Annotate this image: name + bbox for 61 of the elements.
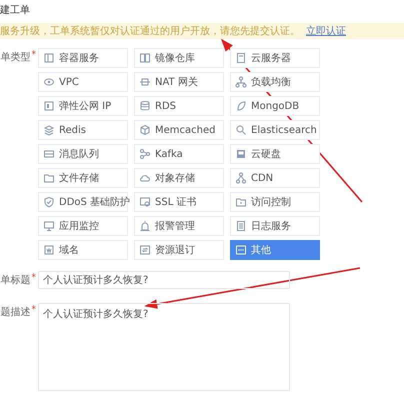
type-option[interactable]: Kafka xyxy=(134,144,224,164)
type-option[interactable]: 日志服务 xyxy=(230,216,320,236)
type-option[interactable]: VPC xyxy=(38,72,128,92)
type-option[interactable]: RDS xyxy=(134,96,224,116)
layers-icon xyxy=(43,124,55,136)
container-icon xyxy=(43,52,55,64)
type-option[interactable]: 域名 xyxy=(38,240,128,260)
field-label: 单标题 xyxy=(0,274,30,287)
leaf-icon xyxy=(235,100,247,112)
required-mark: * xyxy=(32,273,36,283)
type-option[interactable]: 消息队列 xyxy=(38,144,128,164)
type-option[interactable]: Redis xyxy=(38,120,128,140)
required-mark: * xyxy=(32,50,36,60)
required-mark: * xyxy=(32,305,36,315)
queue-icon xyxy=(43,148,55,160)
verify-link[interactable]: 立即认证 xyxy=(306,24,346,38)
page-icon xyxy=(43,244,55,256)
monitor-icon xyxy=(43,220,55,232)
type-option[interactable]: 访问控制 xyxy=(230,192,320,212)
type-option[interactable]: 对象存储 xyxy=(134,168,224,188)
field-label: 单类型 xyxy=(0,50,30,64)
search-icon xyxy=(235,124,247,136)
certificate-icon xyxy=(139,196,151,208)
description-field[interactable]: 个人认证预计多久恢复? xyxy=(38,303,290,391)
type-option[interactable]: 资源退订 xyxy=(134,240,224,260)
type-option[interactable]: 负载均衡 xyxy=(230,72,320,92)
folder-icon xyxy=(235,196,247,208)
type-option[interactable]: 云服务器 xyxy=(230,48,320,68)
type-option[interactable]: Memcached xyxy=(134,120,224,140)
shield-icon xyxy=(43,196,55,208)
cloud-icon xyxy=(139,172,151,184)
field-label: 题描述 xyxy=(0,306,30,319)
server-icon xyxy=(235,52,247,64)
type-option[interactable]: 弹性公网 IP xyxy=(38,96,128,116)
type-option[interactable]: NAT 网关 xyxy=(134,72,224,92)
type-option[interactable]: 镜像仓库 xyxy=(134,48,224,68)
network-icon xyxy=(235,172,247,184)
type-option[interactable]: 报警管理 xyxy=(134,216,224,236)
type-option[interactable]: MongoDB xyxy=(230,96,320,116)
alarm-icon xyxy=(139,220,151,232)
type-option[interactable]: 容器服务 xyxy=(38,48,128,68)
type-option[interactable]: SSL 证书 xyxy=(134,192,224,212)
title-field[interactable]: 个人认证预计多久恢复? xyxy=(38,271,290,289)
folder-icon xyxy=(43,172,55,184)
database-icon xyxy=(139,100,151,112)
type-option[interactable]: Elasticsearch xyxy=(230,120,320,140)
columns-icon xyxy=(139,52,151,64)
cube-icon xyxy=(139,124,151,136)
type-option[interactable]: DDoS 基础防护 xyxy=(38,192,128,212)
network-icon xyxy=(235,76,247,88)
type-option[interactable]: 云硬盘 xyxy=(230,144,320,164)
type-option[interactable]: 其他 xyxy=(230,240,320,260)
type-option[interactable]: 应用监控 xyxy=(38,216,128,236)
notice-text: 服务升级，工单系统暂仅对认证通过的用户开放，请您先提交认证。 xyxy=(0,24,300,38)
page-title: 建工单 xyxy=(0,4,31,18)
eye-icon xyxy=(43,76,55,88)
type-option[interactable]: CDN xyxy=(230,168,320,188)
nodes-icon xyxy=(139,148,151,160)
document-icon xyxy=(235,220,247,232)
type-option[interactable]: 文件存储 xyxy=(38,168,128,188)
ellipsis-icon xyxy=(235,244,247,256)
